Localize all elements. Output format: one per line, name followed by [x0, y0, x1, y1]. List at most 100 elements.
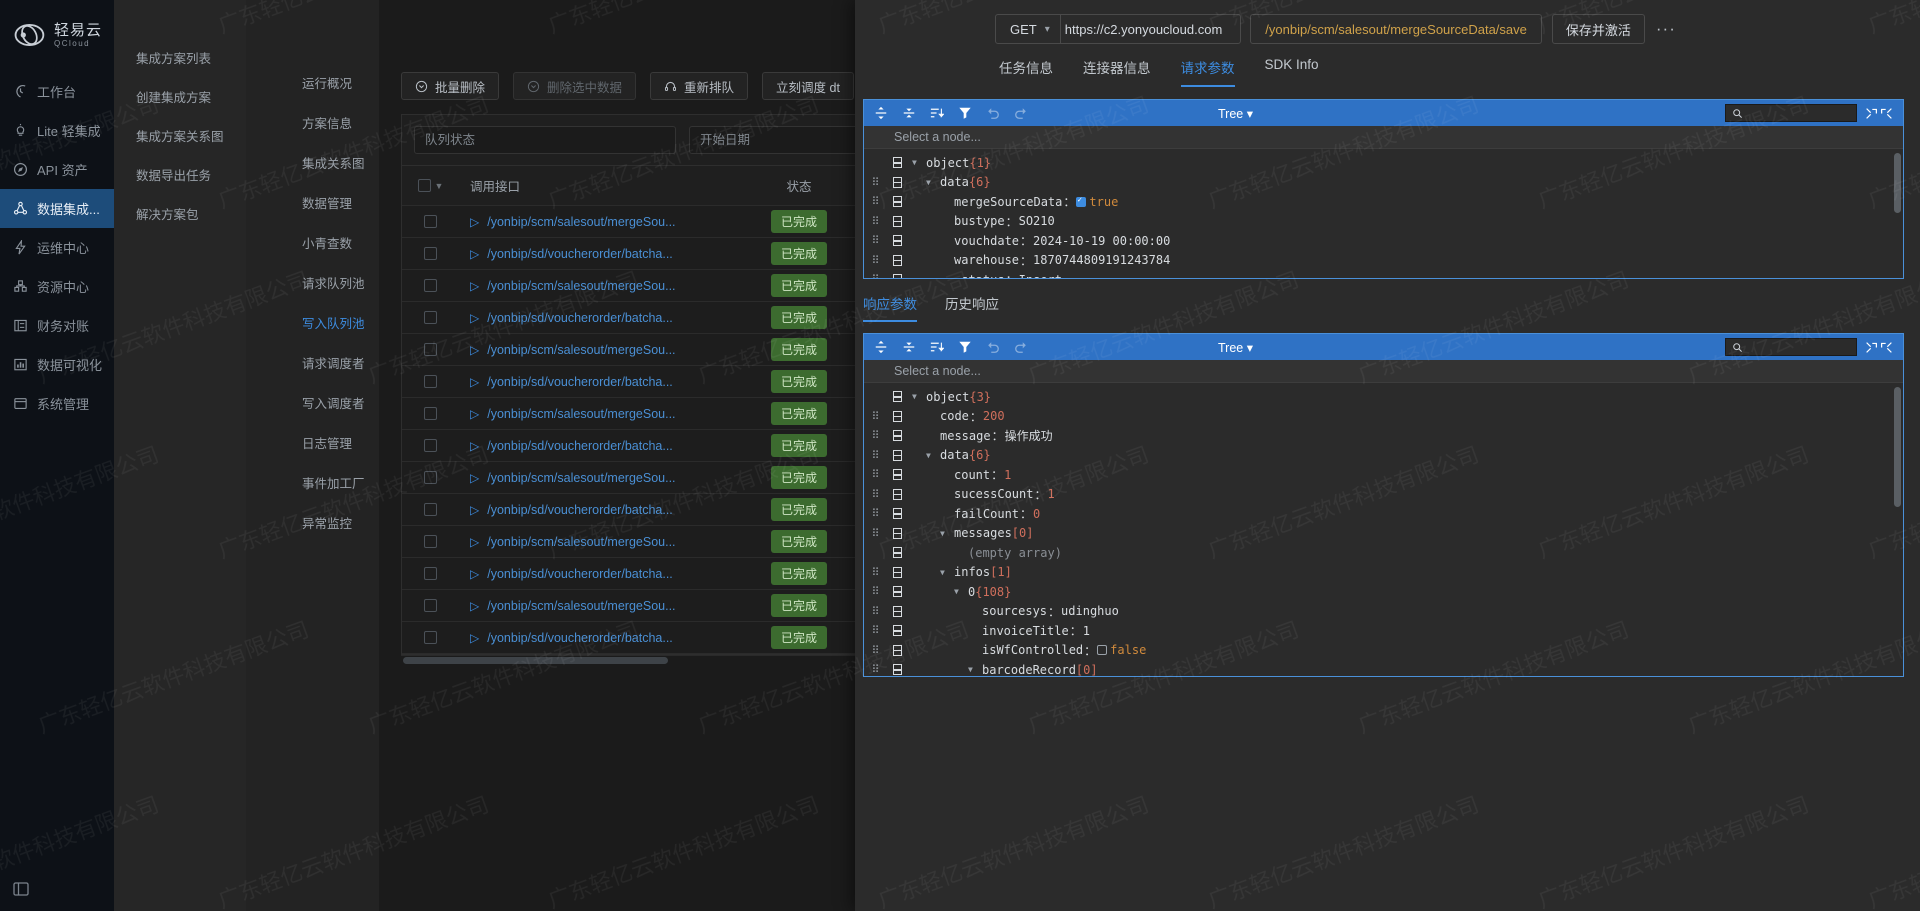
- drag-handle-icon[interactable]: ⠿: [864, 195, 886, 208]
- json-node[interactable]: ⠿ ▼ infos [1]: [864, 563, 1903, 583]
- drag-handle-icon[interactable]: ⠿: [864, 429, 886, 442]
- row-api-link[interactable]: /yonbip/sd/voucherorder/batcha...: [487, 567, 673, 581]
- sidebar-item-6[interactable]: 资源中心: [0, 267, 114, 306]
- sidebar-item-2[interactable]: Lite 轻集成: [0, 111, 114, 150]
- response-tab-1[interactable]: 响应参数: [863, 293, 917, 322]
- json-node[interactable]: ⠿ failCount： 0: [864, 504, 1903, 524]
- request-search-input[interactable]: [1725, 104, 1857, 122]
- sidebar-item-9[interactable]: 系统管理: [0, 384, 114, 423]
- row-checkbox[interactable]: [424, 311, 437, 324]
- node-menu-icon[interactable]: [886, 215, 908, 227]
- node-menu-icon[interactable]: [886, 430, 908, 442]
- drag-handle-icon[interactable]: ⠿: [864, 507, 886, 520]
- tertiary-nav-item-12[interactable]: 异常监控: [246, 504, 379, 544]
- run-icon[interactable]: ▷: [470, 631, 479, 645]
- drag-handle-icon[interactable]: ⠿: [864, 663, 886, 676]
- row-checkbox[interactable]: [424, 567, 437, 580]
- json-node[interactable]: ▼ object {1}: [864, 153, 1903, 173]
- row-api-link[interactable]: /yonbip/scm/salesout/mergeSou...: [487, 343, 675, 357]
- drag-handle-icon[interactable]: ⠿: [864, 527, 886, 540]
- json-node[interactable]: ⠿ invoiceTitle： 1: [864, 621, 1903, 641]
- collapse-search-icon[interactable]: [1880, 341, 1893, 354]
- node-menu-icon[interactable]: [886, 449, 908, 461]
- row-api-link[interactable]: /yonbip/scm/salesout/mergeSou...: [487, 599, 675, 613]
- node-menu-icon[interactable]: [886, 586, 908, 598]
- chevron-down-icon[interactable]: ▼: [926, 178, 940, 187]
- drag-handle-icon[interactable]: ⠿: [864, 449, 886, 462]
- chevron-down-icon[interactable]: ▼: [912, 158, 926, 167]
- row-api-link[interactable]: /yonbip/sd/voucherorder/batcha...: [487, 375, 673, 389]
- run-icon[interactable]: ▷: [470, 375, 479, 389]
- collapse-search-icon[interactable]: [1880, 107, 1893, 120]
- queue-status-filter[interactable]: 队列状态: [414, 126, 676, 154]
- row-checkbox[interactable]: [424, 215, 437, 228]
- node-menu-icon[interactable]: [886, 664, 908, 676]
- filter-icon[interactable]: [958, 106, 972, 120]
- expand-search-icon[interactable]: [1865, 107, 1878, 120]
- drag-handle-icon[interactable]: ⠿: [864, 468, 886, 481]
- run-icon[interactable]: ▷: [470, 439, 479, 453]
- response-tab-2[interactable]: 历史响应: [945, 293, 999, 322]
- tertiary-nav-item-5[interactable]: 小青查数: [246, 224, 379, 264]
- json-node[interactable]: ⠿ sourcesys： udinghuo: [864, 602, 1903, 622]
- chevron-down-icon[interactable]: ▼: [926, 451, 940, 460]
- node-menu-icon[interactable]: [886, 605, 908, 617]
- sidebar-item-4[interactable]: 数据集成...: [0, 189, 114, 228]
- row-api-link[interactable]: /yonbip/sd/voucherorder/batcha...: [487, 311, 673, 325]
- node-menu-icon[interactable]: [886, 625, 908, 637]
- expand-all-icon[interactable]: [874, 340, 888, 354]
- row-checkbox[interactable]: [424, 599, 437, 612]
- host-input[interactable]: https://c2.yonyoucloud.com: [1061, 15, 1241, 43]
- row-checkbox[interactable]: [424, 279, 437, 292]
- drag-handle-icon[interactable]: ⠿: [864, 488, 886, 501]
- sort-icon[interactable]: [930, 340, 944, 354]
- collapse-all-icon[interactable]: [902, 106, 916, 120]
- response-mode-select[interactable]: Tree ▾: [1218, 340, 1253, 355]
- run-icon[interactable]: ▷: [470, 407, 479, 421]
- row-checkbox[interactable]: [424, 439, 437, 452]
- request-select-node[interactable]: Select a node...: [864, 126, 1903, 149]
- json-node[interactable]: ⠿ warehouse： 1870744809191243784: [864, 251, 1903, 271]
- run-icon[interactable]: ▷: [470, 503, 479, 517]
- row-api-link[interactable]: /yonbip/scm/salesout/mergeSou...: [487, 407, 675, 421]
- run-icon[interactable]: ▷: [470, 471, 479, 485]
- request-mode-select[interactable]: Tree ▾: [1218, 106, 1253, 121]
- sort-icon[interactable]: [930, 106, 944, 120]
- secondary-nav-item-5[interactable]: 解决方案包: [114, 196, 246, 235]
- chevron-down-icon[interactable]: ▼: [968, 665, 982, 674]
- run-icon[interactable]: ▷: [470, 247, 479, 261]
- row-api-link[interactable]: /yonbip/scm/salesout/mergeSou...: [487, 471, 675, 485]
- row-api-link[interactable]: /yonbip/sd/voucherorder/batcha...: [487, 503, 673, 517]
- tertiary-nav-item-7[interactable]: 写入队列池: [246, 304, 379, 344]
- more-options-icon[interactable]: ···: [1656, 19, 1676, 39]
- drag-handle-icon[interactable]: ⠿: [864, 176, 886, 189]
- tertiary-nav-item-2[interactable]: 方案信息: [246, 104, 379, 144]
- tertiary-nav-item-1[interactable]: 运行概况: [246, 64, 379, 104]
- drag-handle-icon[interactable]: ⠿: [864, 585, 886, 598]
- node-menu-icon[interactable]: [886, 235, 908, 247]
- chevron-down-icon[interactable]: ▼: [954, 587, 968, 596]
- run-icon[interactable]: ▷: [470, 215, 479, 229]
- request-tree[interactable]: ▼object {1}⠿▼data {6}⠿mergeSourceData：tr…: [864, 149, 1903, 278]
- panel-tab-2[interactable]: 连接器信息: [1083, 57, 1151, 87]
- row-checkbox[interactable]: [424, 343, 437, 356]
- undo-icon[interactable]: [986, 340, 1000, 354]
- json-node[interactable]: ⠿ ▼ data {6}: [864, 173, 1903, 193]
- sidebar-item-8[interactable]: 数据可视化: [0, 345, 114, 384]
- start-date-filter[interactable]: 开始日期: [689, 126, 879, 154]
- json-node[interactable]: ⠿ ▼ messages [0]: [864, 524, 1903, 544]
- chevron-down-icon[interactable]: ▼: [940, 529, 954, 538]
- chevron-down-icon[interactable]: ▼: [435, 181, 444, 191]
- run-icon[interactable]: ▷: [470, 343, 479, 357]
- boolean-checkbox[interactable]: [1097, 645, 1108, 656]
- toolbar-button-4[interactable]: 立刻调度 dt: [762, 72, 854, 100]
- tertiary-nav-item-4[interactable]: 数据管理: [246, 184, 379, 224]
- chevron-down-icon[interactable]: ▼: [940, 568, 954, 577]
- row-checkbox[interactable]: [424, 375, 437, 388]
- node-menu-icon[interactable]: [886, 547, 908, 559]
- drag-handle-icon[interactable]: ⠿: [864, 605, 886, 618]
- response-search-input[interactable]: [1725, 338, 1857, 356]
- json-node[interactable]: ⠿ bustype： SO210: [864, 212, 1903, 232]
- redo-icon[interactable]: [1014, 106, 1028, 120]
- json-node[interactable]: ⠿_status：Insert: [864, 270, 1903, 278]
